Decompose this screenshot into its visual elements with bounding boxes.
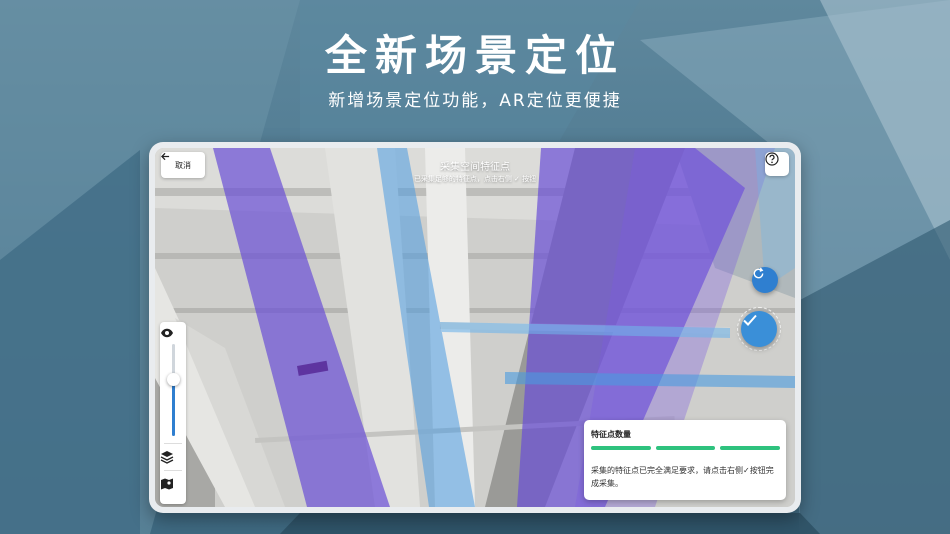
help-button[interactable] (765, 152, 789, 176)
feature-points-panel: 特征点数量 采集的特征点已完全满足要求，请点击右侧✓按钮完成采集。 (584, 420, 786, 500)
screen-hint: 已采集足够的特征点，点击右侧 ✓ 按钮 (413, 175, 537, 183)
check-icon (743, 314, 757, 326)
map-pin-icon[interactable] (160, 477, 174, 491)
panel-message: 采集的特征点已完全满足要求，请点击右侧✓按钮完成采集。 (591, 466, 774, 488)
hero-subtitle: 新增场景定位功能，AR定位更便捷 (328, 91, 622, 111)
question-circle-icon (765, 152, 779, 166)
refresh-icon (753, 267, 764, 279)
refresh-button[interactable] (752, 267, 778, 293)
opacity-slider-fill (172, 378, 175, 436)
opacity-slider-thumb[interactable] (167, 372, 180, 386)
progress-segment (655, 446, 716, 450)
tablet-frame: 取消 采集空间特征点 已采集足够的特征点，点击右侧 ✓ 按钮 特征点数量 采集的… (149, 142, 801, 513)
screen-title: 采集空间特征点 (440, 162, 510, 173)
ar-camera-view: 取消 采集空间特征点 已采集足够的特征点，点击右侧 ✓ 按钮 特征点数量 采集的… (155, 148, 795, 507)
progress-segment (591, 446, 651, 450)
toolbar-divider (164, 470, 182, 471)
hero-title: 全新场景定位 (324, 31, 625, 80)
progress-segment (720, 446, 781, 450)
left-toolbar (160, 322, 186, 504)
toolbar-divider (164, 443, 182, 444)
layers-icon[interactable] (160, 450, 174, 464)
panel-title: 特征点数量 (591, 430, 631, 439)
confirm-button[interactable] (741, 311, 777, 347)
progress-bars (591, 446, 781, 450)
eye-icon[interactable] (160, 326, 174, 340)
